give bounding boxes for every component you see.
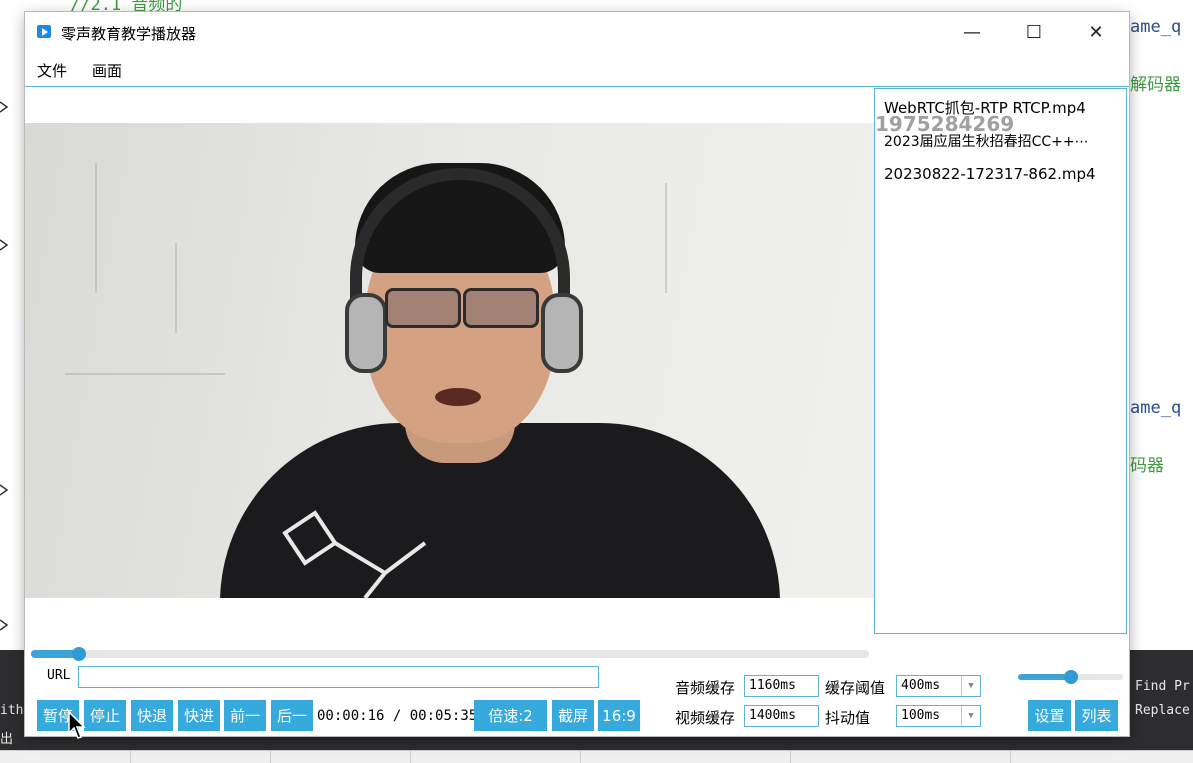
fold-arrow-icon <box>0 619 9 631</box>
panel-label: ith <box>0 703 24 718</box>
wall-mark <box>175 243 177 333</box>
editor-tab[interactable] <box>1010 751 1193 763</box>
mouse-cursor-icon <box>68 711 86 739</box>
editor-tab[interactable] <box>790 751 1011 763</box>
screenshot-button[interactable]: 截屏 <box>552 700 594 731</box>
stop-button[interactable]: 停止 <box>84 700 126 731</box>
speed-button[interactable]: 倍速:2 <box>474 700 547 731</box>
wall-mark <box>65 373 225 375</box>
wall-mark <box>665 183 667 293</box>
playlist-item[interactable]: 20230822-172317-862.mp4 <box>884 165 1096 183</box>
watermark-text: 1975284269 <box>875 112 1015 136</box>
fold-arrow-icon <box>0 239 9 251</box>
audio-buffer-field[interactable]: 1160ms <box>744 675 819 697</box>
buffer-threshold-label: 缓存阈值 <box>825 679 886 697</box>
maximize-button[interactable]: ☐ <box>1003 12 1065 52</box>
menu-bar: 文件 画面 <box>25 52 1129 87</box>
video-area[interactable] <box>25 87 874 609</box>
volume-slider[interactable] <box>1018 670 1123 684</box>
jitter-label: 抖动值 <box>825 709 871 727</box>
code-line: 解码器 <box>1130 75 1181 95</box>
jitter-select[interactable]: 100ms ▼ <box>896 705 981 727</box>
window-title: 零声教育教学播放器 <box>61 25 197 43</box>
player-window: 零声教育教学播放器 — ☐ ✕ 文件 画面 WebRTC抓包-RTP RTCP.… <box>25 12 1129 736</box>
person-mouth <box>435 388 481 406</box>
volume-fill <box>1018 674 1071 680</box>
url-label: URL <box>47 668 71 683</box>
editor-tab[interactable] <box>580 751 791 763</box>
title-bar[interactable]: 零声教育教学播放器 — ☐ ✕ <box>25 12 1129 52</box>
progress-handle[interactable] <box>71 647 86 661</box>
forward-button[interactable]: 快进 <box>178 700 220 731</box>
url-input[interactable] <box>78 666 599 688</box>
video-frame[interactable] <box>25 123 874 598</box>
settings-button[interactable]: 设置 <box>1028 700 1071 731</box>
chevron-down-icon[interactable]: ▼ <box>961 706 980 726</box>
code-line: ame_q <box>1130 398 1182 418</box>
close-button[interactable]: ✕ <box>1065 12 1127 52</box>
headset-earcup-left <box>345 293 387 373</box>
editor-tab[interactable] <box>270 751 411 763</box>
wall-mark <box>95 163 97 293</box>
fold-arrow-icon <box>0 484 9 496</box>
editor-tab[interactable] <box>0 751 131 763</box>
minimize-button[interactable]: — <box>941 12 1003 52</box>
time-display: 00:00:16 / 00:05:35 <box>317 708 477 724</box>
total-time: 00:05:35 <box>409 708 478 724</box>
glasses-lens-right <box>463 288 539 328</box>
find-label: Find Pr <box>1135 679 1190 694</box>
video-buffer-field[interactable]: 1400ms <box>744 705 819 727</box>
buffer-threshold-select[interactable]: 400ms ▼ <box>896 675 981 697</box>
jitter-value: 100ms <box>901 708 941 723</box>
menu-view[interactable]: 画面 <box>92 60 122 81</box>
playlist-panel: WebRTC抓包-RTP RTCP.mp4 2023届应届生秋招春招CC++⋯ … <box>874 88 1127 634</box>
chevron-down-icon[interactable]: ▼ <box>961 676 980 696</box>
shirt-print <box>282 510 427 598</box>
code-line: 码器 <box>1130 456 1164 476</box>
volume-handle[interactable] <box>1063 670 1078 684</box>
current-time: 00:00:16 <box>317 708 385 724</box>
fold-arrow-icon <box>0 101 9 113</box>
aspect-ratio-button[interactable]: 16:9 <box>598 700 640 731</box>
glasses-lens-left <box>385 288 461 328</box>
rewind-button[interactable]: 快退 <box>131 700 173 731</box>
editor-tab-strip <box>0 750 1193 763</box>
video-buffer-label: 视频缓存 <box>675 709 736 727</box>
code-line: ame_q <box>1130 17 1182 37</box>
app-icon <box>37 25 51 38</box>
list-button[interactable]: 列表 <box>1075 700 1118 731</box>
panel-label: 出 <box>0 732 14 747</box>
previous-button[interactable]: 前一 <box>224 700 266 731</box>
headset-earcup-right <box>541 293 583 373</box>
editor-tab[interactable] <box>410 751 581 763</box>
buffer-threshold-value: 400ms <box>901 678 941 693</box>
next-button[interactable]: 后一 <box>271 700 313 731</box>
audio-buffer-label: 音频缓存 <box>675 679 736 697</box>
progress-bar[interactable] <box>31 647 869 661</box>
time-separator: / <box>392 708 402 724</box>
replace-label: Replace <box>1135 703 1190 718</box>
editor-tab[interactable] <box>130 751 271 763</box>
menu-file[interactable]: 文件 <box>37 60 67 81</box>
